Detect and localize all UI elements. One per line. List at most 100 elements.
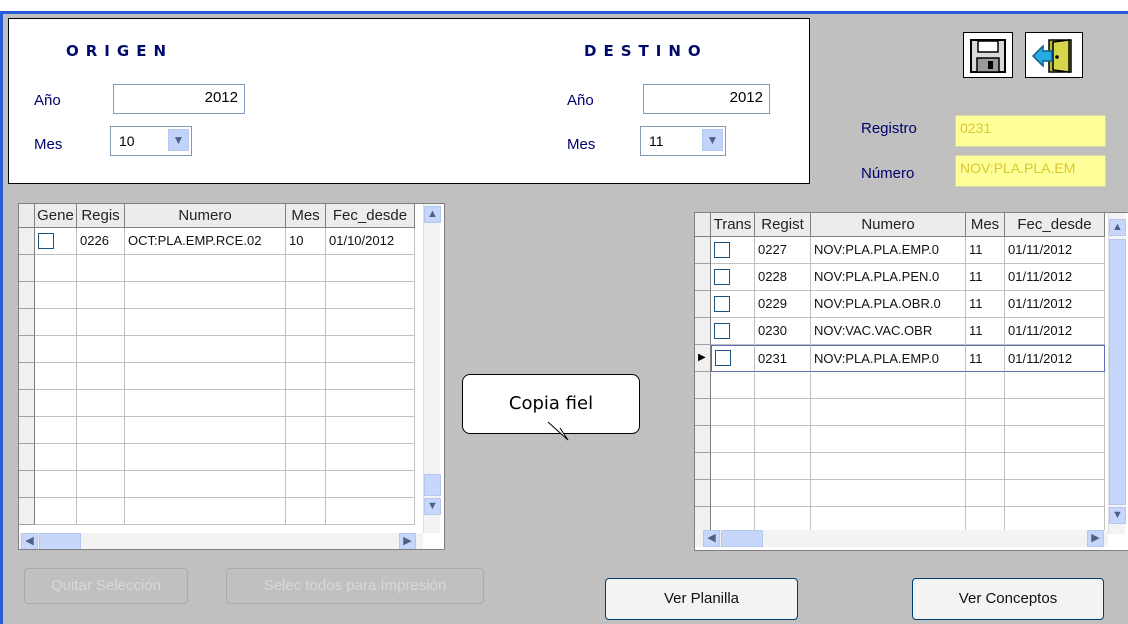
row-selector[interactable] [695,264,711,291]
row-selector[interactable] [695,237,711,264]
chevron-down-icon[interactable]: ▼ [168,129,189,151]
cell-numero[interactable]: OCT:PLA.EMP.RCE.02 [125,228,286,255]
destino-anio-input[interactable]: 2012 [643,84,770,114]
cell-registro[interactable]: 0226 [77,228,125,255]
table-row[interactable] [711,291,755,318]
col-header-numero[interactable]: Numero [811,213,966,237]
cell-numero[interactable]: NOV:PLA.PLA.OBR.0 [811,291,966,318]
door-exit-icon [1031,39,1072,73]
col-header-mes[interactable]: Mes [966,213,1005,237]
callout-pointer-icon [547,421,569,441]
quitar-seleccion-button[interactable]: Quitar Selección [24,568,188,604]
destino-anio-label: Año [567,92,594,109]
table-row-selected[interactable] [711,345,755,372]
selec-todos-button[interactable]: Selec todos para Impresión [226,568,484,604]
cell-numero[interactable]: NOV:VAC.VAC.OBR [811,318,966,345]
horizontal-scrollbar[interactable]: ◀ ▶ [695,530,1108,547]
col-header-fec-desde[interactable]: Fec_desde [1005,213,1105,237]
vertical-scrollbar[interactable]: ▲ ▼ [423,204,441,533]
cell-mes[interactable]: 10 [286,228,326,255]
origen-heading: ORIGEN [66,42,173,60]
origen-anio-label: Año [34,92,61,109]
destino-grid: Trans Regist Numero Mes Fec_desde 0227 N… [694,212,1128,551]
top-bar [0,0,1128,14]
scroll-thumb-h[interactable] [721,530,763,547]
scroll-left-icon[interactable]: ◀ [21,533,38,549]
origen-anio-input[interactable]: 2012 [113,84,245,114]
origen-grid: Gene Regis Numero Mes Fec_desde 0226 OCT… [18,203,445,550]
chevron-down-icon[interactable]: ▼ [702,129,723,151]
table-row[interactable] [711,264,755,291]
cell-registro[interactable]: 0229 [755,291,811,318]
cell-mes[interactable]: 11 [966,264,1005,291]
col-header-regis[interactable]: Regis [77,204,125,228]
scroll-thumb[interactable] [1109,239,1126,505]
horizontal-scrollbar[interactable]: ◀ ▶ [19,533,423,549]
window-edge [0,13,3,624]
row-selector[interactable] [695,318,711,345]
origen-mes-select[interactable]: 10 ▼ [110,126,192,156]
cell-fecha[interactable]: 01/11/2012 [1005,291,1105,318]
numero-field[interactable]: NOV:PLA.PLA.EM [955,155,1106,187]
checkbox[interactable] [714,296,730,312]
cell-fecha[interactable]: 01/11/2012 [1005,318,1105,345]
row-selector[interactable] [19,228,35,255]
col-header-mes[interactable]: Mes [286,204,326,228]
table-row[interactable] [711,237,755,264]
col-header-regist[interactable]: Regist [755,213,811,237]
col-header-fec-desde[interactable]: Fec_desde [326,204,415,228]
destino-heading: DESTINO [584,42,708,60]
floppy-disk-icon [970,39,1006,73]
ver-conceptos-button[interactable]: Ver Conceptos [912,578,1104,620]
cell-mes[interactable]: 11 [966,318,1005,345]
scroll-down-icon[interactable]: ▼ [424,498,441,515]
cell-registro[interactable]: 0231 [755,345,811,372]
destino-mes-value: 11 [649,133,664,149]
exit-button[interactable] [1025,32,1083,78]
col-header-trans[interactable]: Trans [711,213,755,237]
cell-mes[interactable]: 11 [966,291,1005,318]
cell-fecha[interactable]: 01/11/2012 [1005,237,1105,264]
cell-registro[interactable]: 0230 [755,318,811,345]
destino-mes-select[interactable]: 11 ▼ [640,126,726,156]
save-button[interactable] [963,32,1013,78]
checkbox[interactable] [714,242,730,258]
destino-mes-label: Mes [567,136,596,153]
ver-planilla-button[interactable]: Ver Planilla [605,578,798,620]
checkbox[interactable] [714,323,730,339]
col-header-numero[interactable]: Numero [125,204,286,228]
cell-numero[interactable]: NOV:PLA.PLA.PEN.0 [811,264,966,291]
registro-field[interactable]: 0231 [955,115,1106,147]
current-row-icon: ▶ [698,352,706,363]
checkbox[interactable] [38,233,54,249]
cell-fecha[interactable]: 01/10/2012 [326,228,415,255]
cell-numero[interactable]: NOV:PLA.PLA.EMP.0 [811,237,966,264]
table-row[interactable] [711,318,755,345]
table-row[interactable] [35,228,77,255]
scroll-right-icon[interactable]: ▶ [399,533,416,549]
row-selector-current[interactable]: ▶ [695,345,711,372]
origen-mes-value: 10 [119,133,135,149]
registro-label: Registro [861,120,917,137]
scroll-up-icon[interactable]: ▲ [1109,219,1126,236]
cell-fecha[interactable]: 01/11/2012 [1005,345,1105,372]
cell-fecha[interactable]: 01/11/2012 [1005,264,1105,291]
cell-registro[interactable]: 0228 [755,264,811,291]
scroll-thumb[interactable] [424,474,441,496]
checkbox[interactable] [715,350,731,366]
col-header-gene[interactable]: Gene [35,204,77,228]
cell-registro[interactable]: 0227 [755,237,811,264]
scroll-thumb-h[interactable] [39,533,81,549]
checkbox[interactable] [714,269,730,285]
cell-mes[interactable]: 11 [966,237,1005,264]
scroll-down-icon[interactable]: ▼ [1109,507,1126,524]
cell-numero[interactable]: NOV:PLA.PLA.EMP.0 [811,345,966,372]
origen-mes-label: Mes [34,136,63,153]
numero-label: Número [861,165,915,182]
scroll-left-icon[interactable]: ◀ [703,530,720,547]
cell-mes[interactable]: 11 [966,345,1005,372]
row-selector[interactable] [695,291,711,318]
scroll-right-icon[interactable]: ▶ [1087,530,1104,547]
scroll-up-icon[interactable]: ▲ [424,206,441,223]
vertical-scrollbar[interactable]: ▲ ▼ [1108,213,1126,534]
